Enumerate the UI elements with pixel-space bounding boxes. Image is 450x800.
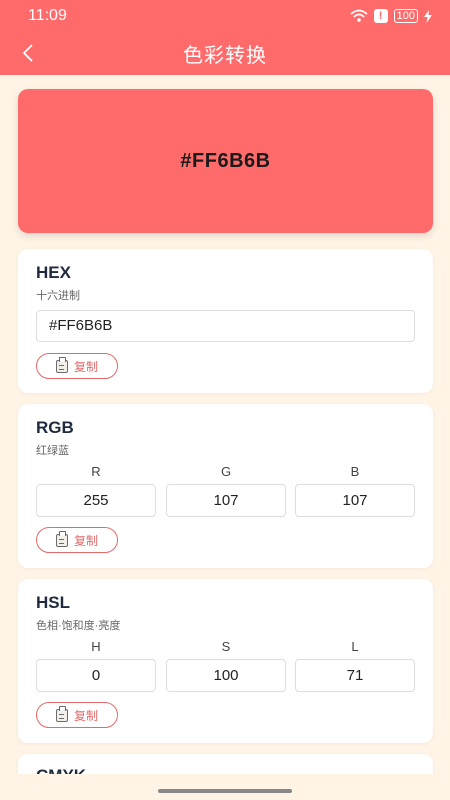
battery-icon: 100 <box>393 9 418 23</box>
nav-bar: 色彩转换 <box>0 34 450 72</box>
back-button[interactable] <box>14 38 42 68</box>
hsl-input-s[interactable]: 100 <box>166 659 286 692</box>
hsl-title: HSL <box>36 593 70 612</box>
hsl-label-l: L <box>351 639 359 654</box>
preview-hex-text: #FF6B6B <box>180 149 271 172</box>
rgb-label-r: R <box>91 464 101 479</box>
clipboard-icon <box>55 530 68 547</box>
chevron-left-icon <box>22 44 33 62</box>
hsl-input-l[interactable]: 71 <box>295 659 415 692</box>
battery-level: 100 <box>396 10 415 22</box>
hsl-label-h: H <box>91 639 101 654</box>
app-header: 11:09 ! 100 色彩转换 <box>0 0 450 75</box>
hsl-copy-button[interactable]: 复制 <box>36 702 118 728</box>
hex-subtitle: 十六进制 <box>36 290 80 302</box>
rgb-copy-button[interactable]: 复制 <box>36 527 118 553</box>
bottom-system-bar <box>0 774 450 800</box>
rgb-subtitle: 红绿蓝 <box>36 445 69 457</box>
rgb-label-b: B <box>350 464 360 479</box>
clipboard-icon <box>55 356 68 373</box>
hex-copy-button[interactable]: 复制 <box>36 353 118 379</box>
wifi-icon <box>350 9 368 22</box>
hsl-input-h[interactable]: 0 <box>36 659 156 692</box>
rgb-title: RGB <box>36 418 74 437</box>
hex-input[interactable]: #FF6B6B <box>36 310 415 342</box>
status-time: 11:09 <box>28 7 67 24</box>
status-icons: ! 100 <box>350 9 432 23</box>
hsl-subtitle: 色相·饱和度·亮度 <box>36 620 121 632</box>
rgb-input-g[interactable]: 107 <box>166 484 286 517</box>
clipboard-icon <box>55 705 68 722</box>
color-preview: #FF6B6B <box>18 89 433 233</box>
hsl-card: HSL 色相·饱和度·亮度 H S L 0 100 71 复制 <box>18 579 433 743</box>
rgb-label-g: G <box>220 464 232 479</box>
status-bar: 11:09 ! 100 <box>0 0 450 32</box>
charging-icon <box>424 9 432 23</box>
rgb-card: RGB 红绿蓝 R G B 255 107 107 复制 <box>18 404 433 568</box>
copy-label: 复制 <box>73 533 98 548</box>
copy-label: 复制 <box>73 359 98 374</box>
rgb-input-b[interactable]: 107 <box>295 484 415 517</box>
hex-card: HEX 十六进制 #FF6B6B 复制 <box>18 249 433 393</box>
alert-icon: ! <box>373 9 388 23</box>
hex-title: HEX <box>36 263 71 282</box>
hsl-label-s: S <box>221 639 231 654</box>
rgb-input-r[interactable]: 255 <box>36 484 156 517</box>
page-title: 色彩转换 <box>183 44 267 67</box>
copy-label: 复制 <box>73 708 98 723</box>
home-indicator[interactable] <box>158 789 292 793</box>
